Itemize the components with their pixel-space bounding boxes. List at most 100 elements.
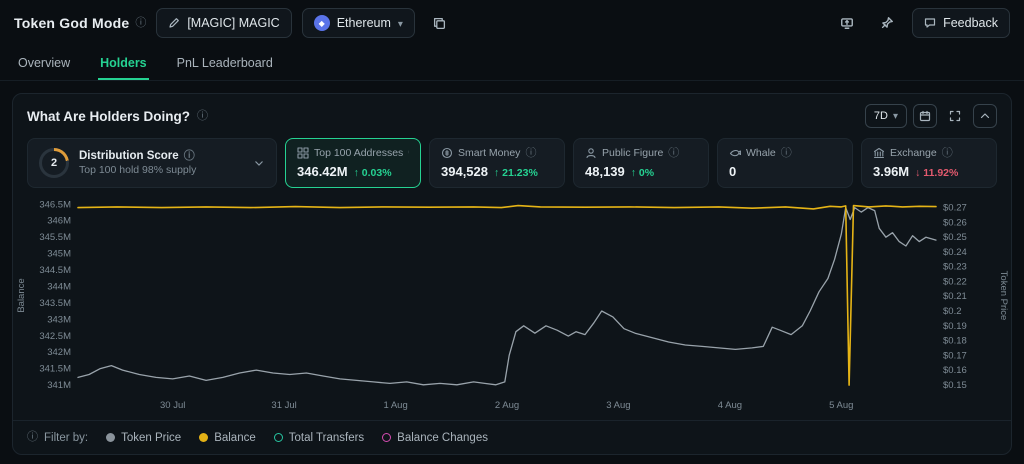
stat-card-exchange[interactable]: Exchange 3.96M ↓ 11.92% bbox=[861, 138, 997, 188]
copy-icon bbox=[434, 17, 446, 29]
svg-text:3 Aug: 3 Aug bbox=[606, 400, 630, 411]
tab-pnl-leaderboard[interactable]: PnL Leaderboard bbox=[175, 46, 275, 80]
stat-card-top-100-addresses[interactable]: Top 100 Addresses 346.42M ↑ 0.03% bbox=[285, 138, 421, 188]
svg-text:344.5M: 344.5M bbox=[39, 265, 71, 276]
stat-card-label: Whale bbox=[746, 147, 776, 159]
legend-toggle-total-transfers[interactable]: Total Transfers bbox=[273, 432, 364, 444]
chart-area: 346.5M 346M 345.5M 345M 344.5M 344M 343.5M 343M… bbox=[13, 188, 1011, 420]
expand-button[interactable] bbox=[943, 104, 967, 128]
holders-chart[interactable]: 346.5M 346M 345.5M 345M 344.5M 344M 343.5M 343M… bbox=[14, 192, 1010, 416]
legend-dot-icon bbox=[382, 433, 392, 442]
svg-text:345M: 345M bbox=[47, 249, 71, 260]
tab-overview[interactable]: Overview bbox=[16, 46, 72, 80]
svg-text:30 Jul: 30 Jul bbox=[160, 400, 185, 411]
calendar-button[interactable] bbox=[913, 104, 937, 128]
legend-dot-icon bbox=[199, 433, 209, 442]
distribution-texts: Distribution Score Top 100 hold 98% supp… bbox=[79, 150, 196, 176]
info-icon[interactable] bbox=[197, 111, 208, 122]
filter-by-label: Filter by: bbox=[44, 431, 89, 444]
svg-text:346.5M: 346.5M bbox=[39, 199, 71, 210]
copy-address-button[interactable] bbox=[425, 8, 455, 38]
token-price-line bbox=[77, 206, 937, 386]
feedback-button[interactable]: Feedback bbox=[912, 8, 1010, 38]
stat-card-change: ↑ 0.03% bbox=[353, 167, 392, 179]
page-title: Token God Mode bbox=[14, 15, 130, 31]
svg-text:341M: 341M bbox=[47, 380, 71, 391]
svg-text:343M: 343M bbox=[47, 314, 71, 325]
legend-toggle-token-price[interactable]: Token Price bbox=[106, 432, 181, 444]
legend-toggle-balance[interactable]: Balance bbox=[199, 432, 256, 444]
chart-filter-bar: Filter by: Token Price Balance Total Tra… bbox=[13, 420, 1011, 454]
info-icon[interactable] bbox=[27, 432, 38, 443]
timeframe-label: 7D bbox=[873, 110, 888, 122]
share-icon bbox=[841, 18, 854, 29]
token-selector[interactable]: [MAGIC] MAGIC bbox=[156, 8, 292, 38]
stat-card-change: ↑ 0% bbox=[630, 167, 655, 179]
timeframe-dropdown[interactable]: 7D bbox=[864, 104, 907, 128]
calendar-icon bbox=[919, 110, 931, 122]
svg-text:$0.15: $0.15 bbox=[943, 380, 967, 391]
token-selector-label: [MAGIC] MAGIC bbox=[187, 16, 280, 30]
svg-text:5 Aug: 5 Aug bbox=[829, 400, 853, 411]
holders-panel: What Are Holders Doing? 7D 2 bbox=[12, 93, 1012, 455]
panel-title: What Are Holders Doing? bbox=[27, 108, 191, 124]
svg-text:342.5M: 342.5M bbox=[39, 331, 71, 342]
svg-text:$0.19: $0.19 bbox=[943, 321, 967, 332]
info-icon[interactable] bbox=[781, 148, 792, 159]
collapse-button[interactable] bbox=[973, 104, 997, 128]
stat-card-change: ↑ 21.23% bbox=[494, 167, 538, 179]
svg-text:345.5M: 345.5M bbox=[39, 232, 71, 243]
balance-line bbox=[77, 204, 937, 386]
tab-holders[interactable]: Holders bbox=[98, 46, 149, 80]
chain-selector-label: Ethereum bbox=[336, 16, 391, 30]
info-icon[interactable] bbox=[942, 148, 953, 159]
tab-bar: Overview Holders PnL Leaderboard bbox=[0, 46, 1024, 81]
stat-card-value: 394,528 bbox=[441, 164, 488, 179]
share-button[interactable] bbox=[832, 8, 862, 38]
stat-card-public-figure[interactable]: Public Figure 48,139 ↑ 0% bbox=[573, 138, 709, 188]
info-icon[interactable] bbox=[408, 148, 409, 159]
chat-icon bbox=[924, 18, 936, 28]
svg-text:$0.18: $0.18 bbox=[943, 336, 967, 347]
distribution-score-value: 2 bbox=[42, 151, 66, 175]
distribution-score-card[interactable]: 2 Distribution Score Top 100 hold 98% su… bbox=[27, 138, 277, 188]
svg-text:$0.27: $0.27 bbox=[943, 203, 967, 214]
svg-text:341.5M: 341.5M bbox=[39, 364, 71, 375]
info-icon[interactable] bbox=[135, 18, 146, 29]
whale-icon bbox=[729, 147, 741, 159]
tab-label: PnL Leaderboard bbox=[176, 56, 273, 70]
svg-text:4 Aug: 4 Aug bbox=[718, 400, 742, 411]
tab-label: Holders bbox=[100, 56, 147, 70]
ethereum-icon bbox=[313, 15, 330, 31]
svg-text:2 Aug: 2 Aug bbox=[495, 400, 519, 411]
stat-card-smart-money[interactable]: Smart Money 394,528 ↑ 21.23% bbox=[429, 138, 565, 188]
svg-text:1 Aug: 1 Aug bbox=[383, 400, 407, 411]
chain-selector[interactable]: Ethereum bbox=[301, 8, 415, 38]
pin-icon bbox=[881, 17, 894, 29]
expand-icon bbox=[949, 110, 961, 122]
legend-label: Balance Changes bbox=[397, 431, 488, 444]
info-icon[interactable] bbox=[184, 151, 195, 162]
chevron-down-icon[interactable] bbox=[253, 157, 265, 169]
distribution-score-subtitle: Top 100 hold 98% supply bbox=[79, 164, 197, 176]
right-axis-title: Token Price bbox=[998, 271, 1009, 321]
legend-label: Balance bbox=[214, 431, 256, 444]
left-axis-title: Balance bbox=[16, 278, 27, 312]
stat-cards: 2 Distribution Score Top 100 hold 98% su… bbox=[13, 136, 1011, 188]
grid-icon bbox=[297, 147, 309, 159]
feedback-label: Feedback bbox=[943, 16, 998, 30]
legend-toggle-balance-changes[interactable]: Balance Changes bbox=[382, 432, 488, 444]
stat-card-whale[interactable]: Whale 0 bbox=[717, 138, 853, 188]
pin-button[interactable] bbox=[872, 8, 902, 38]
page-title-wrap: Token God Mode bbox=[14, 15, 146, 31]
panel-controls: 7D bbox=[864, 104, 997, 128]
legend-label: Token Price bbox=[121, 431, 182, 444]
tab-label: Overview bbox=[18, 56, 71, 70]
svg-text:$0.21: $0.21 bbox=[943, 291, 967, 302]
info-icon[interactable] bbox=[525, 148, 536, 159]
info-icon[interactable] bbox=[668, 148, 679, 159]
stat-card-label: Top 100 Addresses bbox=[314, 147, 404, 159]
panel-header: What Are Holders Doing? 7D bbox=[13, 94, 1011, 136]
svg-text:$0.22: $0.22 bbox=[943, 277, 967, 288]
chevron-up-icon bbox=[980, 113, 990, 119]
